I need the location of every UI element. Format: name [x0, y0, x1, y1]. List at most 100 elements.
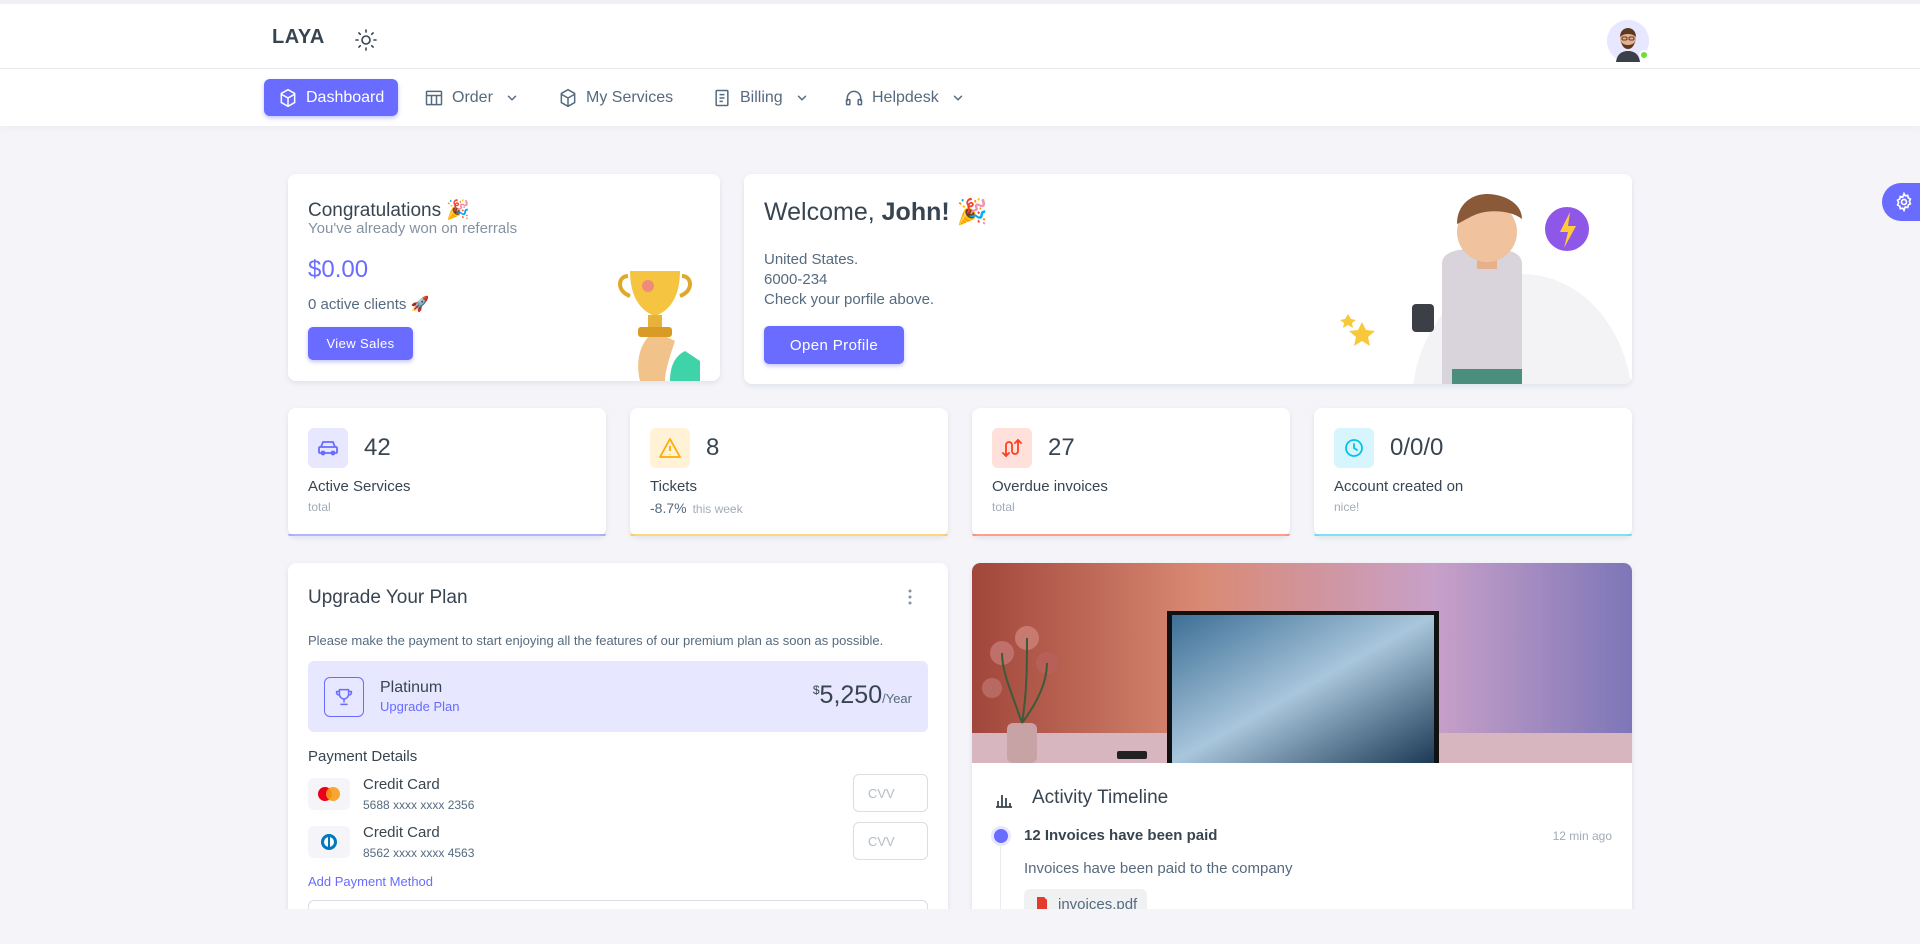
- nav-item-helpdesk[interactable]: Helpdesk: [830, 79, 979, 116]
- mastercard-icon: [308, 778, 350, 810]
- stat-meta: total: [992, 500, 1015, 514]
- stat-label: Account created on: [1334, 478, 1464, 495]
- welcome-name: John! 🎉: [881, 198, 988, 226]
- settings-customizer-button[interactable]: [1882, 183, 1920, 221]
- nav-label: Dashboard: [306, 88, 385, 106]
- nav-item-billing[interactable]: Billing: [698, 79, 823, 116]
- table-icon: [425, 90, 443, 105]
- cvv-input[interactable]: CVV: [853, 774, 928, 812]
- stat-percent: -8.7%: [650, 500, 687, 516]
- desk-photo-image: [972, 563, 1632, 763]
- card-name: Credit Card: [363, 776, 440, 793]
- upgrade-plan-link[interactable]: Upgrade Plan: [380, 699, 460, 714]
- add-payment-method-link[interactable]: Add Payment Method: [308, 874, 433, 889]
- headset-icon: [845, 90, 863, 105]
- stat-value: 42: [364, 434, 391, 461]
- cube-icon: [280, 88, 296, 107]
- warning-icon: [650, 428, 690, 468]
- congrats-subtitle: You've already won on referrals: [308, 220, 518, 237]
- stat-accent-bar: [288, 534, 606, 536]
- stat-value: 27: [1048, 434, 1075, 461]
- upgrade-description: Please make the payment to start enjoyin…: [308, 633, 884, 648]
- stat-period: this week: [692, 502, 743, 516]
- user-avatar[interactable]: [1607, 20, 1649, 62]
- route-icon: [992, 428, 1032, 468]
- nav-item-my-services[interactable]: My Services: [544, 79, 687, 116]
- chevron-down-icon: [953, 95, 962, 101]
- cvv-input[interactable]: CVV: [853, 822, 928, 860]
- trophy-icon: [324, 677, 364, 717]
- upgrade-title: Upgrade Your Plan: [308, 587, 468, 608]
- timeline-item-time: 12 min ago: [1552, 829, 1612, 843]
- price-currency: $: [812, 683, 820, 697]
- congratulations-card: Congratulations 🎉 You've already won on …: [288, 174, 720, 381]
- referral-amount: $0.00: [308, 256, 369, 283]
- stat-value: 0/0/0: [1390, 434, 1444, 461]
- stat-card-account-created: 0/0/0 Account created on nice!: [1314, 408, 1632, 536]
- payment-details-title: Payment Details: [308, 748, 418, 765]
- page-bottom-area: [0, 909, 1920, 944]
- plan-price: $5,250/Year: [813, 681, 912, 710]
- nav-label: Billing: [740, 88, 783, 106]
- stat-meta: total: [308, 500, 331, 514]
- stat-label: Tickets: [650, 478, 697, 495]
- stat-card-active-services: 42 Active Services total: [288, 408, 606, 536]
- welcome-title: Welcome, John! 🎉: [764, 198, 988, 227]
- stat-meta: nice!: [1334, 500, 1360, 514]
- stat-accent-bar: [630, 534, 948, 536]
- welcome-postal: 6000-234: [764, 271, 828, 288]
- open-profile-button[interactable]: Open Profile: [764, 326, 904, 364]
- chevron-down-icon: [507, 95, 517, 101]
- file-icon: [715, 89, 729, 106]
- payment-method-row: Credit Card 8562 xxxx xxxx 4563 CVV: [308, 822, 928, 862]
- plan-name: Platinum: [380, 679, 443, 696]
- trophy-illustration: [618, 271, 700, 381]
- diners-club-icon: [308, 826, 350, 858]
- welcome-info: United States. 6000-234 Check your porfi…: [764, 250, 934, 310]
- nav-label: My Services: [586, 88, 674, 106]
- card-number: 8562 xxxx xxxx 4563: [363, 846, 475, 860]
- bar-chart-icon: [996, 795, 1012, 808]
- nav-item-dashboard[interactable]: Dashboard: [264, 79, 399, 116]
- welcome-prefix: Welcome,: [764, 198, 882, 226]
- upgrade-plan-card: Upgrade Your Plan Please make the paymen…: [288, 563, 948, 944]
- congrats-title: Congratulations 🎉: [308, 200, 471, 221]
- nav-label: Helpdesk: [872, 88, 939, 106]
- nav-item-order[interactable]: Order: [410, 79, 533, 116]
- stat-meta: -8.7% this week: [650, 500, 743, 516]
- stat-label: Active Services: [308, 478, 411, 495]
- activity-timeline-card: Activity Timeline 12 Invoices have been …: [972, 563, 1632, 944]
- clock-icon: [1334, 428, 1374, 468]
- main-navbar: Dashboard Order My Services Billing Help…: [0, 69, 1920, 126]
- stat-accent-bar: [1314, 534, 1632, 536]
- stat-card-tickets: 8 Tickets -8.7% this week: [630, 408, 948, 536]
- card-name: Credit Card: [363, 824, 440, 841]
- welcome-character-illustration: [1340, 194, 1631, 384]
- timeline-item-title: 12 Invoices have been paid: [1024, 827, 1218, 844]
- price-period: /Year: [882, 691, 912, 706]
- stat-label: Overdue invoices: [992, 478, 1108, 495]
- activity-title: Activity Timeline: [1032, 787, 1169, 808]
- box-icon: [560, 88, 576, 107]
- theme-toggle-sun-icon[interactable]: [354, 28, 378, 52]
- nav-label: Order: [452, 88, 493, 106]
- stat-card-overdue-invoices: 27 Overdue invoices total: [972, 408, 1290, 536]
- plan-summary: Platinum Upgrade Plan $5,250/Year: [308, 661, 928, 732]
- card-number: 5688 xxxx xxxx 2356: [363, 798, 475, 812]
- car-icon: [308, 428, 348, 468]
- brand-logo[interactable]: LAYA: [272, 26, 325, 49]
- timeline-dot: [991, 826, 1011, 846]
- welcome-card: Welcome, John! 🎉 United States. 6000-234…: [744, 174, 1632, 384]
- view-sales-button[interactable]: View Sales: [308, 327, 413, 360]
- gear-icon: [1896, 192, 1912, 212]
- payment-method-row: Credit Card 5688 xxxx xxxx 2356 CVV: [308, 774, 928, 814]
- welcome-hint: Check your porfile above.: [764, 291, 935, 308]
- online-status-dot: [1639, 50, 1649, 60]
- price-amount: 5,250: [819, 681, 883, 709]
- timeline-item-desc: Invoices have been paid to the company: [1024, 860, 1293, 877]
- welcome-country: United States.: [764, 251, 859, 268]
- more-vertical-icon[interactable]: [900, 587, 920, 607]
- top-bar: LAYA: [0, 0, 1920, 69]
- stat-value: 8: [706, 434, 720, 461]
- stat-accent-bar: [972, 534, 1290, 536]
